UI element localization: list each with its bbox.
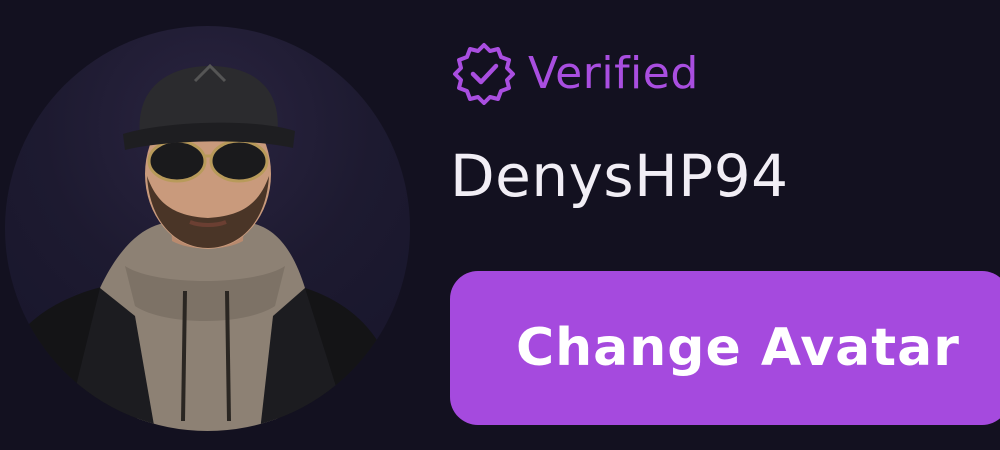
verified-status: Verified [452, 40, 699, 106]
avatar-illustration [5, 63, 410, 431]
verified-label: Verified [528, 47, 699, 99]
change-avatar-button[interactable]: Change Avatar [450, 271, 1000, 425]
verified-badge-icon [453, 43, 515, 105]
profile-card: Verified DenysHP94 Change Avatar [0, 0, 1000, 450]
change-avatar-label: Change Avatar [516, 318, 960, 378]
username: DenysHP94 [450, 142, 789, 210]
avatar[interactable] [5, 26, 410, 431]
